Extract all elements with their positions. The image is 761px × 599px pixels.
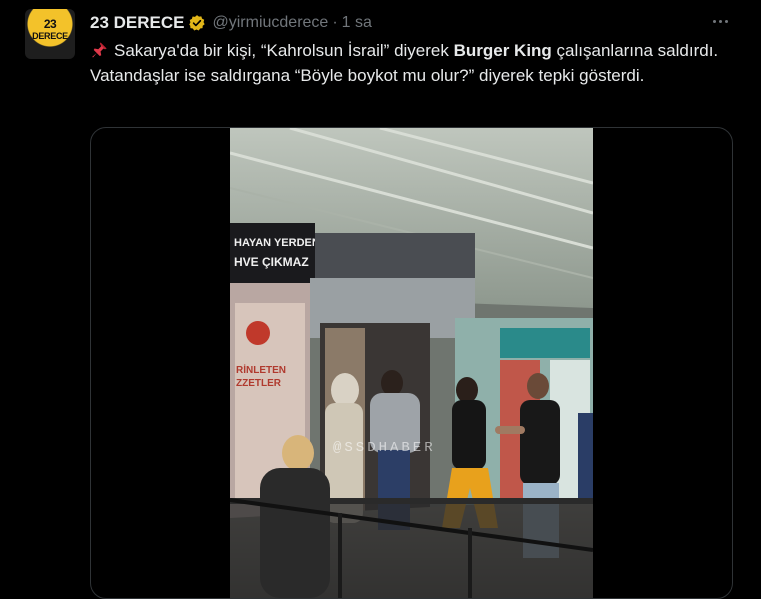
- more-dot: [712, 19, 716, 23]
- display-name[interactable]: 23 DERECE: [90, 13, 184, 33]
- store-sign-line2: HVE ÇIKMAZ: [234, 255, 309, 269]
- video-watermark: @SSDHABER: [333, 440, 436, 456]
- tweet-text-before: Sakarya'da bir kişi, “Kahrolsun İsrail” …: [114, 41, 454, 60]
- timestamp[interactable]: 1 sa: [342, 14, 372, 32]
- store-sign-line1: HAYAN YERDEN: [234, 237, 320, 249]
- window-text-line1: RİNLETEN: [236, 363, 286, 376]
- profile-avatar[interactable]: 23 DERECE: [25, 9, 75, 59]
- tweet-text-brand: Burger King: [453, 41, 552, 60]
- separator-dot: ·: [332, 14, 338, 31]
- avatar-brand: DERECE: [32, 31, 68, 41]
- tweet-header: 23 DERECE @yirmiucderece · 1 sa: [90, 12, 372, 34]
- avatar-number: 23: [43, 17, 57, 31]
- video-frame: HAYAN YERDEN HVE ÇIKMAZ RİNLETEN ZZETLER: [230, 128, 593, 598]
- more-options-icon[interactable]: [709, 10, 731, 32]
- more-dot: [724, 19, 728, 23]
- verified-badge-icon[interactable]: [188, 14, 206, 32]
- tweet-media-video[interactable]: HAYAN YERDEN HVE ÇIKMAZ RİNLETEN ZZETLER: [90, 127, 733, 599]
- tweet-text: Sakarya'da bir kişi, “Kahrolsun İsrail” …: [90, 38, 730, 88]
- video-scene: HAYAN YERDEN HVE ÇIKMAZ RİNLETEN ZZETLER: [230, 128, 593, 598]
- window-text-line2: ZZETLER: [236, 378, 282, 389]
- pushpin-icon: [92, 42, 107, 58]
- more-dot: [718, 19, 722, 23]
- handle[interactable]: @yirmiucderece: [212, 14, 328, 32]
